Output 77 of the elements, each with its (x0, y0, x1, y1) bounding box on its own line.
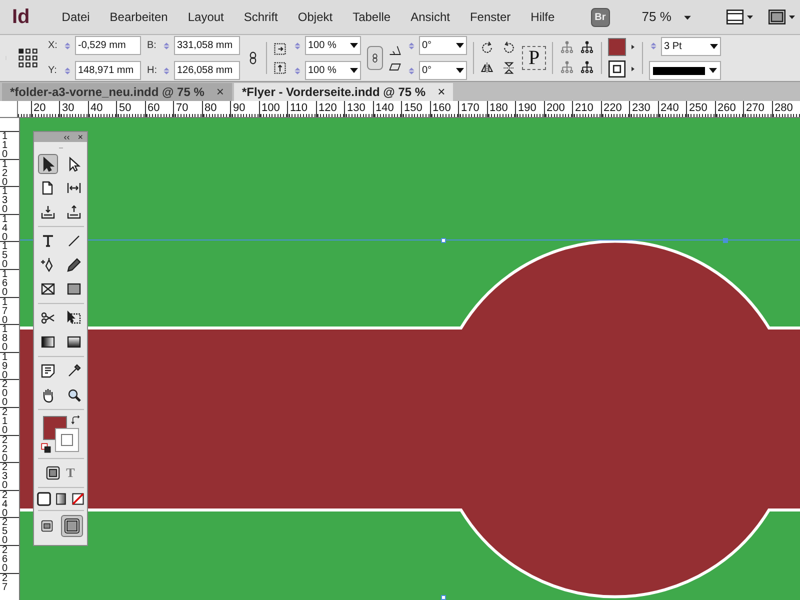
ruler-label: 120 (2, 160, 9, 187)
frame-content-button[interactable]: P (522, 46, 546, 70)
close-tab-button[interactable]: × (438, 82, 446, 102)
ruler-label: 130 (2, 187, 9, 214)
ruler-label: 120 (318, 102, 337, 114)
menu-item[interactable]: Tabelle (352, 8, 391, 26)
ruler-label: 180 (490, 102, 508, 114)
ruler-label: 250 (689, 102, 708, 114)
ruler-label: 200 (546, 102, 565, 114)
ruler-label: 270 (746, 102, 764, 114)
menu-item[interactable]: Layout (188, 8, 224, 26)
menu-item[interactable]: Schrift (244, 8, 278, 26)
ruler-label: 110 (2, 132, 9, 159)
ruler-label: 280 (774, 102, 793, 114)
ruler-label: 27 (2, 574, 9, 592)
ruler-label: 250 (2, 518, 9, 546)
ruler-label: 40 (90, 102, 103, 114)
ruler-label: 90 (233, 102, 246, 114)
formatting-text-button[interactable]: T (66, 463, 75, 482)
menu-item[interactable]: Hilfe (530, 8, 555, 26)
ruler-label: 160 (2, 270, 9, 297)
document-tab[interactable]: *Flyer - Vorderseite.indd @ 75 % × (234, 83, 454, 101)
dropdown-field[interactable]: 0° (419, 36, 467, 55)
ruler-label: 130 (347, 102, 366, 114)
menu-item[interactable]: Ansicht (410, 8, 450, 26)
field-label: B: (147, 39, 158, 53)
ruler-label: 20 (34, 102, 46, 114)
ruler-label: 80 (204, 102, 217, 114)
field-label: H: (147, 64, 158, 78)
ruler-label: 190 (518, 102, 536, 114)
ruler-label: 60 (148, 102, 160, 114)
collapse-button[interactable]: ‹‹ (64, 132, 70, 142)
ruler-label: 140 (2, 214, 9, 242)
ruler-label: 260 (718, 102, 736, 114)
ruler-label: 220 (604, 102, 622, 114)
ruler-label: 50 (119, 102, 132, 114)
ruler-label: 260 (2, 546, 9, 573)
ruler-label: 190 (2, 352, 9, 380)
input-field[interactable]: 126,058 mm (174, 61, 240, 80)
menu-item[interactable]: Fenster (470, 8, 511, 26)
input-field[interactable]: 331,058 mm (174, 36, 240, 55)
app-logo: Id (12, 5, 30, 30)
ruler-label: 150 (404, 102, 422, 114)
menu-item[interactable]: Bearbeiten (110, 8, 168, 26)
ruler-label: 240 (660, 102, 679, 114)
input-field[interactable]: 148,971 mm (75, 61, 141, 80)
menu-item[interactable]: Datei (62, 8, 90, 26)
ruler-label: 110 (290, 102, 308, 114)
field-label: Y: (48, 64, 58, 78)
close-tab-button[interactable]: × (216, 82, 224, 102)
ruler-label: 200 (2, 380, 9, 408)
dropdown-field[interactable]: 100 % (305, 61, 361, 80)
dropdown-field[interactable]: 100 % (305, 36, 361, 55)
dropdown-field[interactable]: 0° (419, 61, 467, 80)
field-label: X: (48, 39, 58, 53)
ruler-label: 100 (262, 102, 280, 114)
ruler-label: 220 (2, 436, 9, 463)
ruler-label: 230 (2, 463, 9, 490)
zoom-dropdown[interactable]: 75 % (642, 7, 672, 27)
document-tab[interactable]: *folder-a3-vorne_neu.indd @ 75 % × (2, 83, 232, 101)
close-button[interactable]: × (78, 132, 83, 142)
ruler-label: 210 (2, 408, 9, 435)
ruler-label: 170 (461, 102, 480, 114)
ruler-label: 140 (376, 102, 394, 114)
ruler-label: 240 (2, 490, 9, 518)
ruler-label: 160 (432, 102, 451, 114)
ruler-label: 180 (2, 325, 9, 352)
ruler-label: 170 (2, 298, 9, 325)
input-field[interactable]: -0,529 mm (75, 36, 141, 55)
ruler-label: 30 (62, 102, 74, 114)
dropdown-field[interactable]: 3 Pt (661, 36, 721, 56)
ruler-label: 230 (632, 102, 650, 114)
ruler-label: 70 (176, 102, 188, 114)
menu-item[interactable]: Objekt (298, 8, 333, 26)
ruler-label: 210 (575, 102, 594, 114)
bridge-button[interactable]: Br (590, 8, 610, 26)
ruler-label: 150 (2, 242, 9, 270)
